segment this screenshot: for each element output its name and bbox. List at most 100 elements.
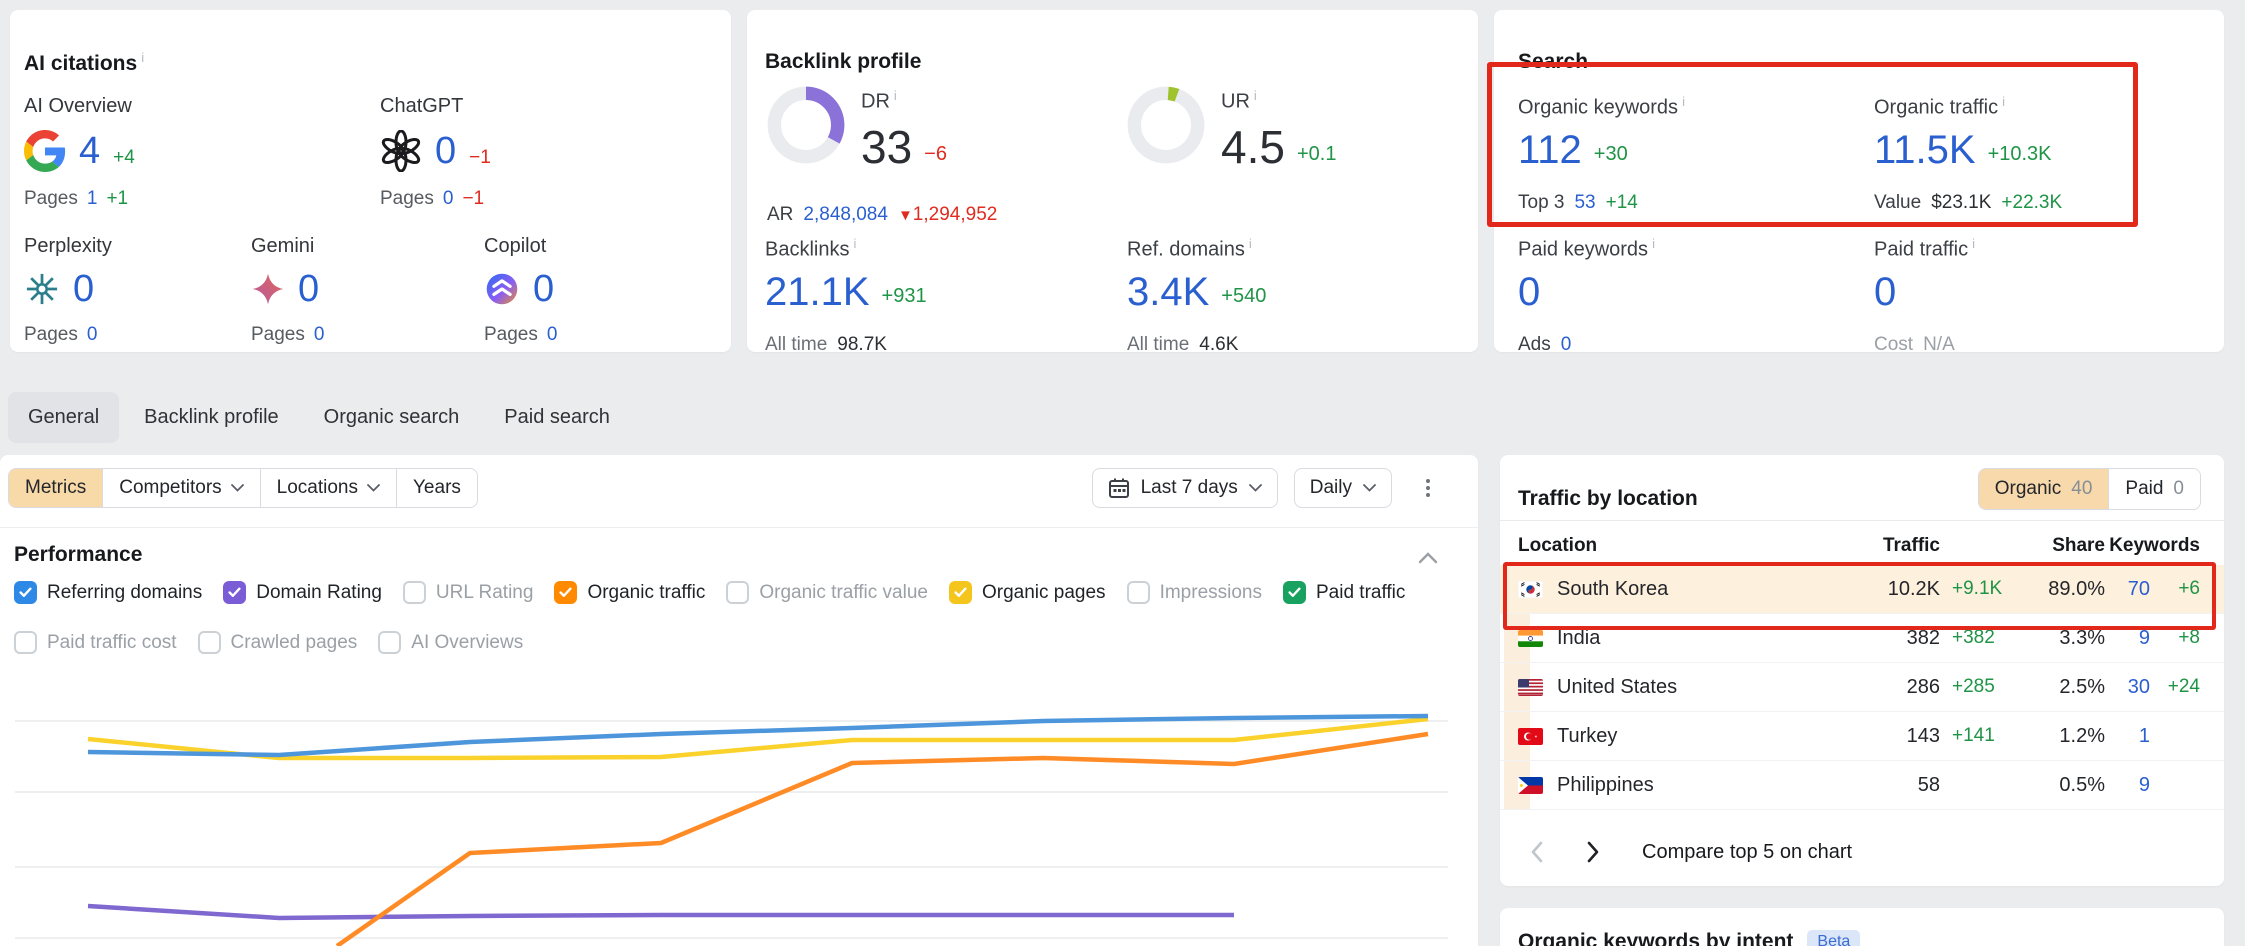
tab-general[interactable]: General [8,392,119,443]
collapse-section-button[interactable] [1418,551,1438,569]
ads-value[interactable]: 0 [1561,334,1572,356]
location-name[interactable]: United States [1557,676,1677,699]
checkbox-crawled-pages[interactable]: Crawled pages [198,631,358,654]
chatgpt-delta: −1 [469,147,491,172]
checkbox-paid-traffic[interactable]: Paid traffic [1283,581,1405,604]
engine-gemini: Gemini 0 Pages0 [251,235,324,346]
table-row-united-states[interactable]: United States 286 +285 2.5% 30 +24 [1500,663,2224,712]
more-options-button[interactable] [1422,475,1434,501]
section-tabs: General Backlink profile Organic search … [8,392,630,443]
perplexity-value[interactable]: 0 [73,270,94,308]
checkbox-box [14,631,37,654]
search-title: Search [1518,50,1588,74]
performance-card: Metrics Competitors Locations Years Last… [0,455,1478,946]
seo-dashboard: AI citationsi AI Overview 4 +4 Pages1+1 … [0,0,2245,946]
keywords-value[interactable]: 30 [2105,676,2150,699]
pages-value[interactable]: 1 [87,188,98,210]
traffic-by-location-title: Traffic by location [1518,487,1698,511]
prev-page-button[interactable] [1530,841,1544,863]
filter-years[interactable]: Years [397,469,477,507]
location-name[interactable]: South Korea [1557,578,1668,601]
checkbox-label: AI Overviews [411,632,523,654]
series-domain-rating[interactable] [88,906,1234,918]
paid-traffic-label: Paid traffici [1874,236,1975,262]
organic-keywords-value[interactable]: 112 [1518,130,1582,170]
keywords-by-intent-card: Organic keywords by intent Beta [1500,908,2224,946]
checkbox-organic-traffic-value[interactable]: Organic traffic value [726,581,928,604]
checkbox-label: Crawled pages [231,632,358,654]
tab-backlink-profile[interactable]: Backlink profile [124,392,299,443]
ref-domains-value[interactable]: 3.4K [1127,272,1209,312]
location-name[interactable]: India [1557,627,1600,650]
metric-checkbox-row-2: Paid traffic cost Crawled pages AI Overv… [14,631,523,654]
checkbox-domain-rating[interactable]: Domain Rating [223,581,382,604]
checkbox-ai-overviews[interactable]: AI Overviews [378,631,523,654]
checkbox-box [949,581,972,604]
filter-locations[interactable]: Locations [261,469,397,507]
filter-toolbar: Metrics Competitors Locations Years [8,468,478,508]
copilot-value[interactable]: 0 [533,270,554,308]
location-name[interactable]: Philippines [1557,774,1654,797]
checkbox-organic-pages[interactable]: Organic pages [949,581,1106,604]
checkbox-box [223,581,246,604]
keywords-delta: +6 [2150,578,2200,600]
info-icon: i [853,236,856,251]
us-flag-icon [1518,679,1543,696]
top3-value[interactable]: 53 [1574,192,1595,214]
keywords-value[interactable]: 9 [2105,627,2150,650]
checkbox-organic-traffic[interactable]: Organic traffic [554,581,705,604]
ar-value[interactable]: 2,848,084 [803,204,888,226]
filter-competitors[interactable]: Competitors [103,469,260,507]
traffic-value: 143 [1855,725,1940,748]
organic-traffic-label: Organic traffici [1874,94,2062,120]
traffic-value: 10.2K [1855,578,1940,601]
pages-label: Pages [380,188,434,210]
toggle-organic[interactable]: Organic40 [1979,469,2109,509]
traffic-delta: +141 [1940,725,2010,747]
pages-value[interactable]: 0 [87,324,98,346]
share-value: 3.3% [2010,627,2105,650]
location-name[interactable]: Turkey [1557,725,1617,748]
info-icon: i [894,88,897,103]
paid-keywords-value[interactable]: 0 [1518,272,1540,312]
down-triangle-icon: ▼ [898,207,913,224]
gemini-value[interactable]: 0 [298,270,319,308]
pages-label: Pages [251,324,305,346]
tab-paid-search[interactable]: Paid search [484,392,630,443]
ai-overview-value[interactable]: 4 [79,132,100,170]
table-row-south-korea[interactable]: South Korea 10.2K +9.1K 89.0% 70 +6 [1500,565,2224,614]
backlinks-value[interactable]: 21.1K [765,272,870,312]
keywords-value[interactable]: 1 [2105,725,2150,748]
checkbox-url-rating[interactable]: URL Rating [403,581,534,604]
checkbox-box [198,631,221,654]
pages-value[interactable]: 0 [314,324,325,346]
checkbox-paid-traffic-cost[interactable]: Paid traffic cost [14,631,177,654]
keywords-value[interactable]: 70 [2105,578,2150,601]
ads-label: Ads [1518,334,1551,356]
organic-traffic-value[interactable]: 11.5K [1874,130,1976,170]
next-page-button[interactable] [1586,841,1600,863]
pages-value[interactable]: 0 [443,188,454,210]
pages-value[interactable]: 0 [547,324,558,346]
tab-organic-search[interactable]: Organic search [304,392,480,443]
info-icon: i [1972,236,1975,251]
compare-top5-link[interactable]: Compare top 5 on chart [1642,841,1852,864]
table-row-philippines[interactable]: Philippines 58 0.5% 9 [1500,761,2224,810]
toggle-paid[interactable]: Paid0 [2108,469,2200,509]
filter-metrics[interactable]: Metrics [9,469,103,507]
keywords-value[interactable]: 9 [2105,774,2150,797]
info-icon: i [141,50,144,65]
ai-citations-title: AI citationsi [24,50,144,76]
checkbox-impressions[interactable]: Impressions [1127,581,1262,604]
checkbox-label: Paid traffic [1316,582,1405,604]
engine-label: Copilot [484,235,557,258]
granularity-button[interactable]: Daily [1294,468,1392,508]
paid-count: 0 [2173,478,2184,500]
date-range-button[interactable]: Last 7 days [1092,468,1278,508]
paid-traffic-value[interactable]: 0 [1874,272,1896,312]
table-row-india[interactable]: India 382 +382 3.3% 9 +8 [1500,614,2224,663]
chatgpt-value[interactable]: 0 [435,132,456,170]
checkbox-referring-domains[interactable]: Referring domains [14,581,202,604]
checkbox-label: URL Rating [436,582,534,604]
table-row-turkey[interactable]: Turkey 143 +141 1.2% 1 [1500,712,2224,761]
